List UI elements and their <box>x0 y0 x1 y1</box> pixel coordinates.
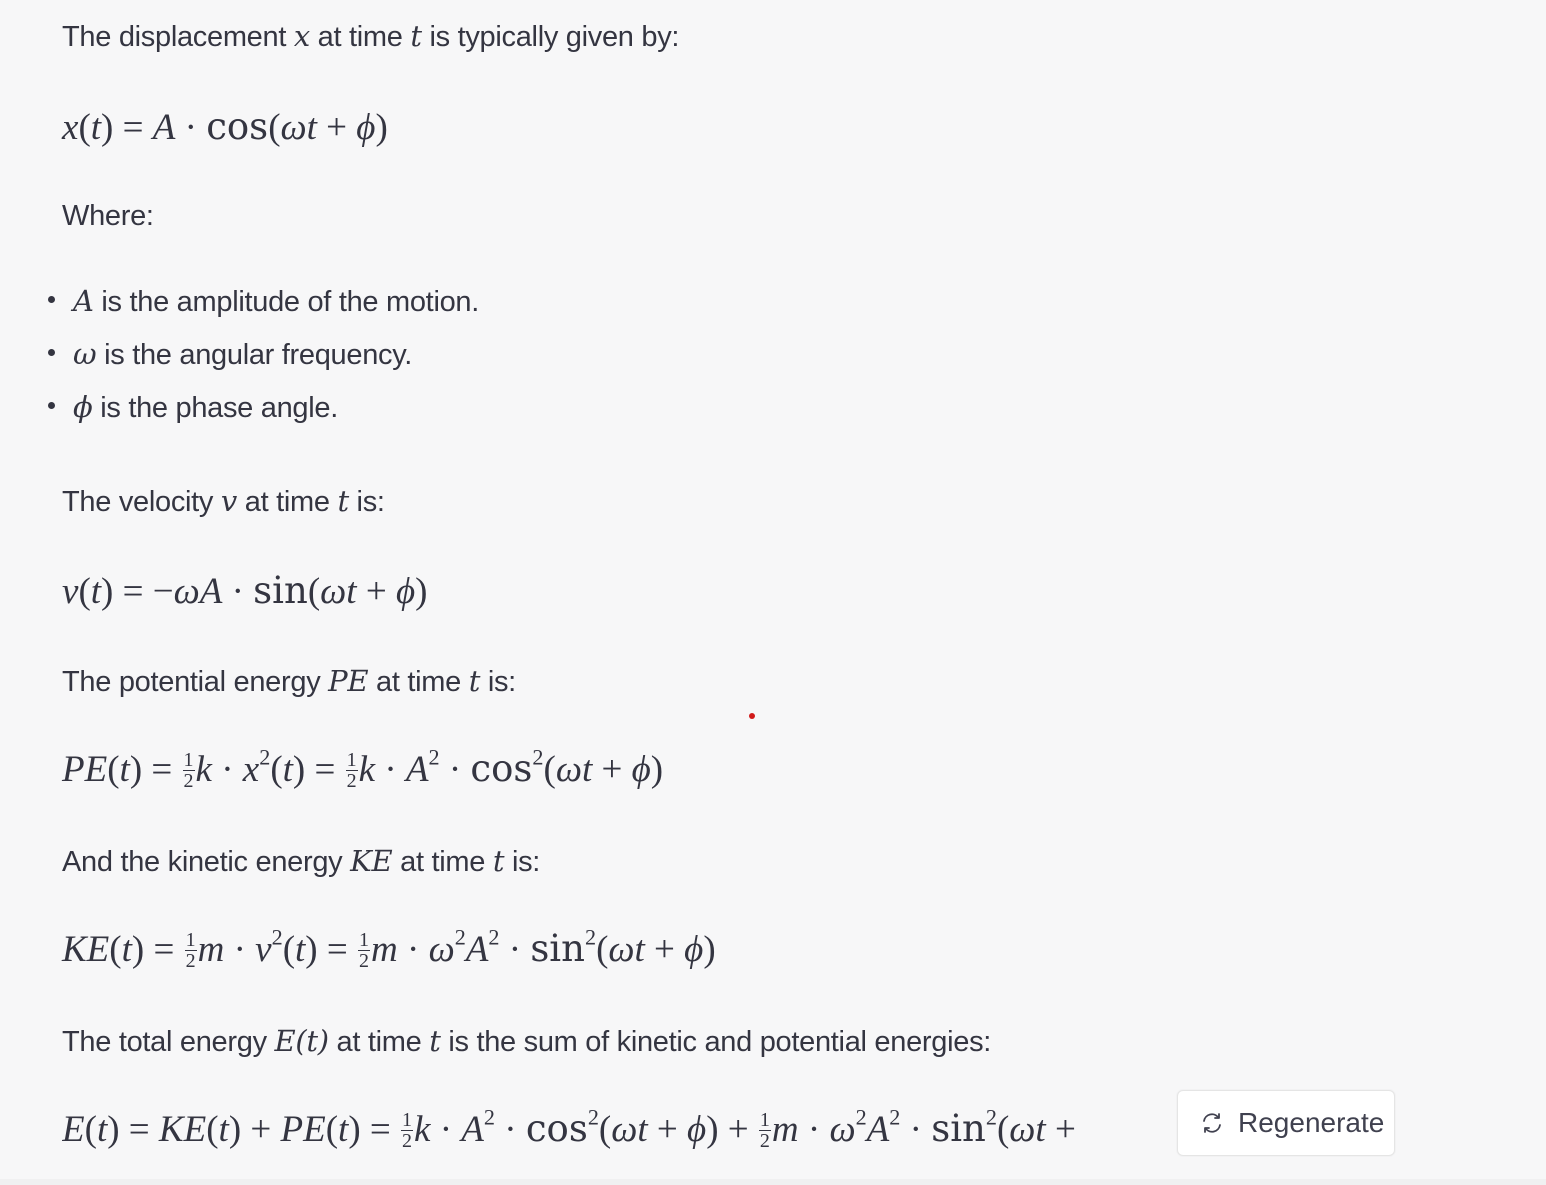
text: is typically given by: <box>421 21 680 53</box>
math-var: t <box>337 484 349 518</box>
text: And the kinetic energy <box>62 846 351 878</box>
regenerate-label: Regenerate <box>1238 1107 1385 1138</box>
math-var: t <box>429 1024 441 1058</box>
math-var: x <box>293 19 310 53</box>
bottom-edge <box>0 1179 1546 1185</box>
text: The potential energy <box>62 666 329 698</box>
text: at time <box>368 666 469 698</box>
equation-displacement: x(t) = A · cos(ωt + ϕ) <box>62 105 388 148</box>
paragraph-displacement: The displacement x at time t is typicall… <box>62 22 679 52</box>
list-item: ω is the angular frequency. <box>48 337 479 390</box>
text: at time <box>236 486 338 518</box>
equation-kinetic-energy: KE(t) = 12m · v2(t) = 12m · ω2A2 · sin2(… <box>62 924 716 973</box>
paragraph-kinetic-energy: And the kinetic energy KE at time t is: <box>62 847 540 877</box>
refresh-icon <box>1203 1113 1221 1133</box>
paragraph-velocity: The velocity v at time t is: <box>62 487 385 517</box>
regenerate-button[interactable]: Regenerate <box>1177 1090 1395 1156</box>
text: is: <box>504 846 541 878</box>
paragraph-total-energy: The total energy E(t) at time t is the s… <box>62 1027 991 1057</box>
math-var: E(t) <box>274 1024 330 1058</box>
list-item: A is the amplitude of the motion. <box>48 284 479 337</box>
definition-list: A is the amplitude of the motion. ω is t… <box>48 284 479 443</box>
math-var: t <box>492 844 505 878</box>
text: is: <box>348 486 385 518</box>
text: at time <box>392 846 493 878</box>
text: The displacement <box>62 21 294 53</box>
text: is the phase angle. <box>92 392 338 424</box>
equation-velocity: v(t) = −ωA · sin(ωt + ϕ) <box>62 569 428 612</box>
text: is the sum of kinetic and potential ener… <box>440 1026 992 1058</box>
math-var: PE <box>328 664 369 698</box>
math-var: ω <box>73 337 97 371</box>
cursor-marker-dot <box>749 713 755 719</box>
text: is: <box>480 666 516 698</box>
equation-total-energy: E(t) = KE(t) + PE(t) = 12k · A2 · cos2(ω… <box>62 1110 1076 1153</box>
text: is the amplitude of the motion. <box>93 286 479 318</box>
math-var: t <box>468 664 481 698</box>
text: at time <box>309 21 411 53</box>
text: is the angular frequency. <box>96 339 413 371</box>
math-var: t <box>410 19 422 53</box>
paragraph-where: Where: <box>62 200 154 232</box>
math-var: ϕ <box>73 390 93 424</box>
math-var: v <box>220 484 237 518</box>
text: at time <box>328 1026 430 1058</box>
math-var: KE <box>350 844 393 878</box>
equation-potential-energy: PE(t) = 12k · x2(t) = 12k · A2 · cos2(ωt… <box>62 744 664 793</box>
text: The total energy <box>62 1026 275 1058</box>
paragraph-potential-energy: The potential energy PE at time t is: <box>62 667 516 697</box>
math-var: A <box>73 284 94 318</box>
text: The velocity <box>62 486 221 518</box>
list-item: ϕ is the phase angle. <box>48 390 479 443</box>
